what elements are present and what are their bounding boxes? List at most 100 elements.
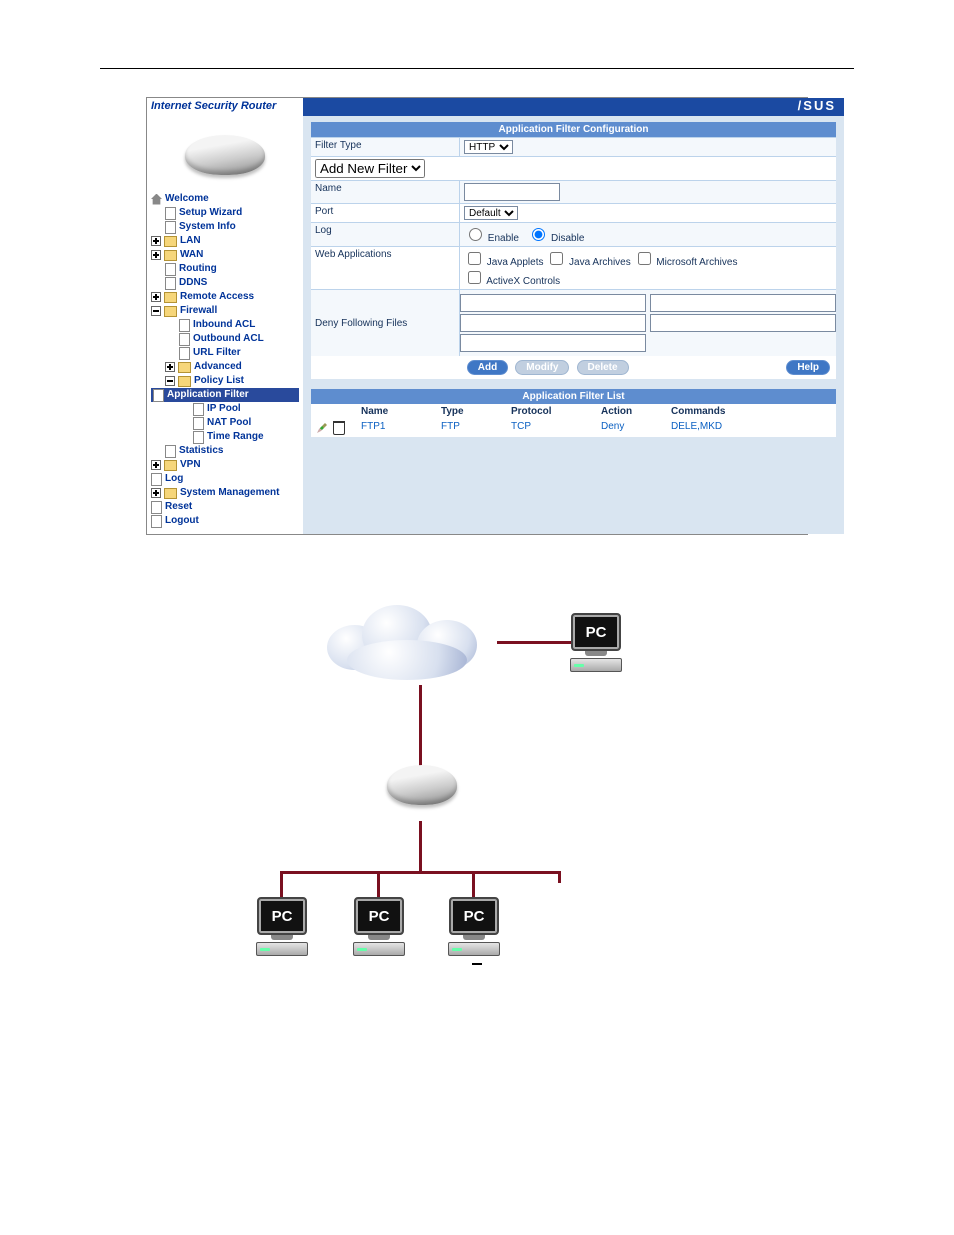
expand-icon[interactable] [151, 292, 161, 302]
brand-logo: /SUS [303, 98, 844, 116]
select-add-new-filter[interactable]: Add New Filter [315, 159, 425, 178]
tree-item-system-management[interactable]: System Management [151, 486, 299, 500]
edit-icon[interactable] [317, 423, 327, 433]
tree-item-welcome[interactable]: Welcome [151, 192, 299, 206]
select-filter-type[interactable]: HTTP [464, 140, 513, 154]
checkbox-java-archives[interactable] [550, 252, 563, 265]
tree-label[interactable]: DDNS [179, 276, 207, 290]
tree-item-ip-pool[interactable]: IP Pool [151, 402, 299, 416]
tree-label[interactable]: Policy List [194, 374, 244, 388]
tree-item-system-info[interactable]: System Info [151, 220, 299, 234]
radio-log-enable[interactable] [469, 228, 482, 241]
input-deny-3[interactable] [460, 314, 646, 332]
list-panel: Application Filter List Name Type Protoc… [311, 389, 836, 437]
wire-bus [280, 871, 560, 874]
expand-icon[interactable] [151, 488, 161, 498]
tree-item-remote-access[interactable]: Remote Access [151, 290, 299, 304]
tree-label[interactable]: Logout [165, 514, 199, 528]
tree-label[interactable]: IP Pool [207, 402, 241, 416]
tree-label[interactable]: Setup Wizard [179, 206, 242, 220]
list-row: FTP1FTPTCPDenyDELE,MKD [311, 419, 836, 437]
tree-label[interactable]: Log [165, 472, 183, 486]
tree-label[interactable]: Advanced [194, 360, 242, 374]
tree-label[interactable]: Reset [165, 500, 192, 514]
tree-label[interactable]: URL Filter [193, 346, 241, 360]
collapse-icon[interactable] [165, 376, 175, 386]
tree-item-url-filter[interactable]: URL Filter [151, 346, 299, 360]
collapse-icon[interactable] [151, 306, 161, 316]
input-name[interactable] [464, 183, 560, 201]
input-deny-4[interactable] [650, 314, 836, 332]
tree-item-time-range[interactable]: Time Range [151, 430, 299, 444]
wire-cloud-router [419, 685, 422, 775]
tree-item-inbound-acl[interactable]: Inbound ACL [151, 318, 299, 332]
tree-item-advanced[interactable]: Advanced [151, 360, 299, 374]
head-name: Name [361, 406, 441, 417]
expand-icon[interactable] [151, 250, 161, 260]
tree-item-outbound-acl[interactable]: Outbound ACL [151, 332, 299, 346]
page-icon [165, 207, 176, 220]
cell-action: Deny [601, 421, 671, 435]
page-icon [165, 221, 176, 234]
tree-item-logout[interactable]: Logout [151, 514, 299, 528]
folder-icon [164, 236, 177, 247]
tree-label[interactable]: Outbound ACL [193, 332, 264, 346]
tree-label[interactable]: Remote Access [180, 290, 254, 304]
input-deny-2[interactable] [650, 294, 836, 312]
tree-item-reset[interactable]: Reset [151, 500, 299, 514]
tree-label[interactable]: Welcome [165, 192, 209, 206]
tree-label[interactable]: Time Range [207, 430, 264, 444]
tree-label[interactable]: VPN [180, 458, 201, 472]
select-port[interactable]: Default [464, 206, 518, 220]
expand-icon[interactable] [151, 236, 161, 246]
delete-icon[interactable] [333, 421, 345, 435]
network-diagram: PC PC PC PC [147, 595, 807, 995]
lan-pc1-icon: PC [253, 897, 311, 956]
tree-item-setup-wizard[interactable]: Setup Wizard [151, 206, 299, 220]
remote-pc-icon: PC [567, 613, 625, 672]
checkbox-microsoft-archives[interactable] [638, 252, 651, 265]
expand-icon[interactable] [151, 460, 161, 470]
tree-item-lan[interactable]: LAN [151, 234, 299, 248]
tree-item-vpn[interactable]: VPN [151, 458, 299, 472]
tree-label[interactable]: LAN [180, 234, 201, 248]
input-deny-5[interactable] [460, 334, 646, 352]
tree-item-statistics[interactable]: Statistics [151, 444, 299, 458]
label-log: Log [311, 223, 460, 246]
add-button[interactable]: Add [467, 360, 508, 375]
radio-log-disable-label: Disable [527, 233, 584, 244]
expand-icon[interactable] [165, 362, 175, 372]
tree-item-policy-list[interactable]: Policy List [151, 374, 299, 388]
tree-label[interactable]: Inbound ACL [193, 318, 255, 332]
tree-item-routing[interactable]: Routing [151, 262, 299, 276]
webapp-opt-0: Java Applets [464, 257, 546, 268]
radio-log-disable[interactable] [532, 228, 545, 241]
tree-item-application-filter[interactable]: Application Filter [151, 388, 299, 402]
tree-label[interactable]: WAN [180, 248, 203, 262]
wire-pc2 [377, 871, 380, 899]
tree-label[interactable]: Application Filter [167, 388, 249, 402]
list-panel-title: Application Filter List [311, 389, 836, 404]
tree-item-nat-pool[interactable]: NAT Pool [151, 416, 299, 430]
tree-label[interactable]: Routing [179, 262, 217, 276]
modify-button[interactable]: Modify [515, 360, 569, 375]
checkbox-activex-controls[interactable] [468, 271, 481, 284]
checkbox-java-applets[interactable] [468, 252, 481, 265]
tree-item-ddns[interactable]: DDNS [151, 276, 299, 290]
folder-icon [164, 250, 177, 261]
tree-item-wan[interactable]: WAN [151, 248, 299, 262]
tree-item-firewall[interactable]: Firewall [151, 304, 299, 318]
tree-label[interactable]: System Management [180, 486, 279, 500]
tree-label[interactable]: Statistics [179, 444, 223, 458]
row-log: Log Enable Disable [311, 222, 836, 246]
tree-label[interactable]: Firewall [180, 304, 217, 318]
head-commands: Commands [671, 406, 830, 417]
tree-label[interactable]: System Info [179, 220, 236, 234]
page-icon [151, 501, 162, 514]
delete-button[interactable]: Delete [577, 360, 629, 375]
help-button[interactable]: Help [786, 360, 830, 375]
input-deny-1[interactable] [460, 294, 646, 312]
tree-item-log[interactable]: Log [151, 472, 299, 486]
tree-label[interactable]: NAT Pool [207, 416, 251, 430]
folder-icon [164, 488, 177, 499]
